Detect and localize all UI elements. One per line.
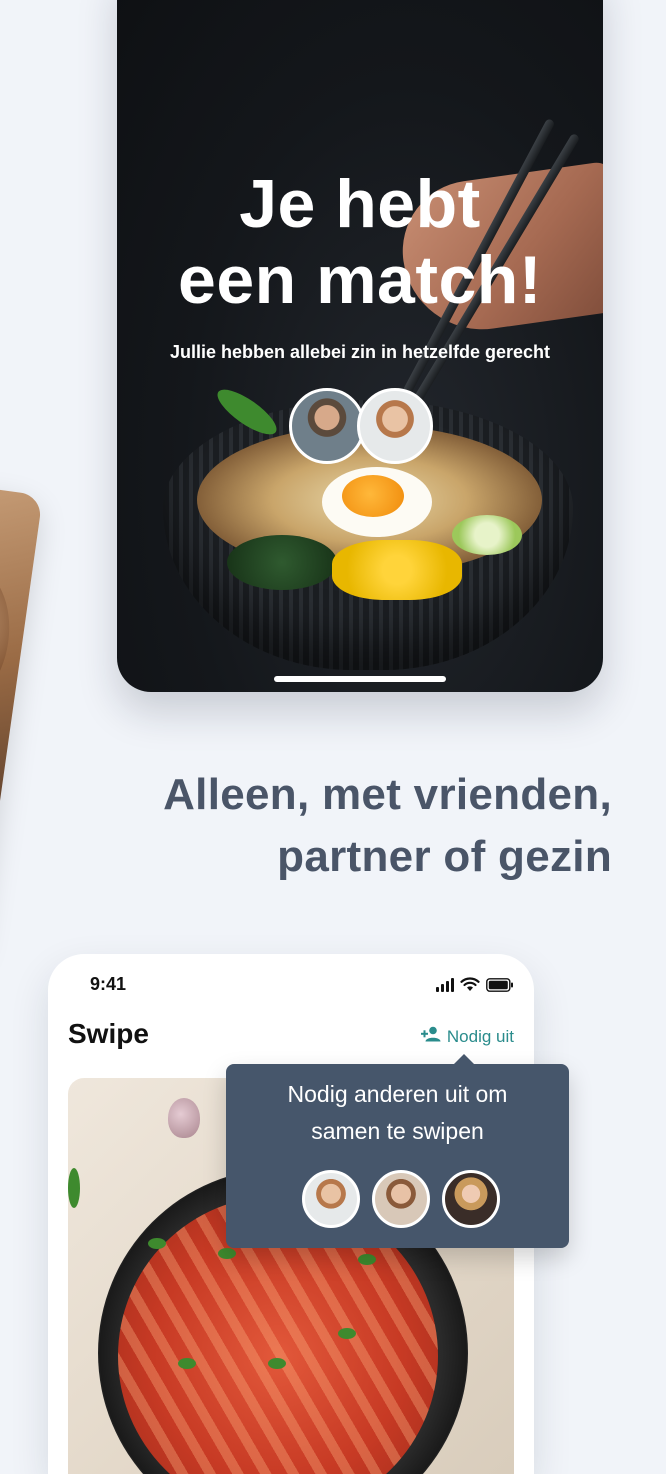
tagline-line-2: partner of gezin xyxy=(277,832,612,881)
greens-illustration xyxy=(227,535,337,590)
basil-leaf xyxy=(178,1358,196,1369)
avatar-user-2 xyxy=(357,388,433,464)
garlic-illustration xyxy=(168,1098,200,1138)
invite-button[interactable]: Nodig uit xyxy=(420,1026,514,1047)
basil-leaf xyxy=(338,1328,356,1339)
tagline: Alleen, met vrienden, partner of gezin xyxy=(163,764,612,888)
match-subtitle: Jullie hebben allebei zin in hetzelfde g… xyxy=(169,342,551,362)
corn-illustration xyxy=(332,540,462,600)
home-indicator xyxy=(274,676,446,682)
match-title-line-1: Je hebt xyxy=(239,166,481,242)
basil-leaf xyxy=(218,1248,236,1259)
tooltip-line-1: Nodig anderen uit om xyxy=(287,1081,508,1107)
basil-leaf xyxy=(268,1358,286,1369)
screen-title: Swipe xyxy=(68,1018,149,1049)
egg-illustration xyxy=(322,467,432,537)
tooltip-line-2: samen te swipen xyxy=(311,1118,484,1144)
invite-tooltip: Nodig anderen uit om samen te swipen xyxy=(226,1054,569,1248)
status-time: 9:41 xyxy=(90,974,127,994)
signal-icon xyxy=(436,978,454,992)
tooltip-text: Nodig anderen uit om samen te swipen xyxy=(226,1076,569,1150)
avatar-user-1 xyxy=(289,388,365,464)
basil-leaf xyxy=(148,1238,166,1249)
basil-leaf xyxy=(358,1254,376,1265)
invite-label: Nodig uit xyxy=(446,1026,514,1046)
person-add-icon xyxy=(420,1026,441,1047)
tagline-line-1: Alleen, met vrienden, xyxy=(163,770,612,819)
wifi-icon xyxy=(460,977,480,992)
avatar-1 xyxy=(302,1170,360,1228)
match-title-line-2: een match! xyxy=(178,242,542,318)
tooltip-avatars xyxy=(302,1170,500,1228)
basil-leaf xyxy=(68,1168,80,1208)
status-icons xyxy=(436,976,514,992)
avatar-3 xyxy=(442,1170,500,1228)
match-screen: Je hebt een match! Jullie hebben allebei… xyxy=(117,0,603,692)
avatar-2 xyxy=(372,1170,430,1228)
battery-icon xyxy=(486,978,514,992)
match-title: Je hebt een match! xyxy=(117,166,603,318)
scallion-illustration xyxy=(452,515,522,555)
peek-recipe-card xyxy=(0,480,43,962)
